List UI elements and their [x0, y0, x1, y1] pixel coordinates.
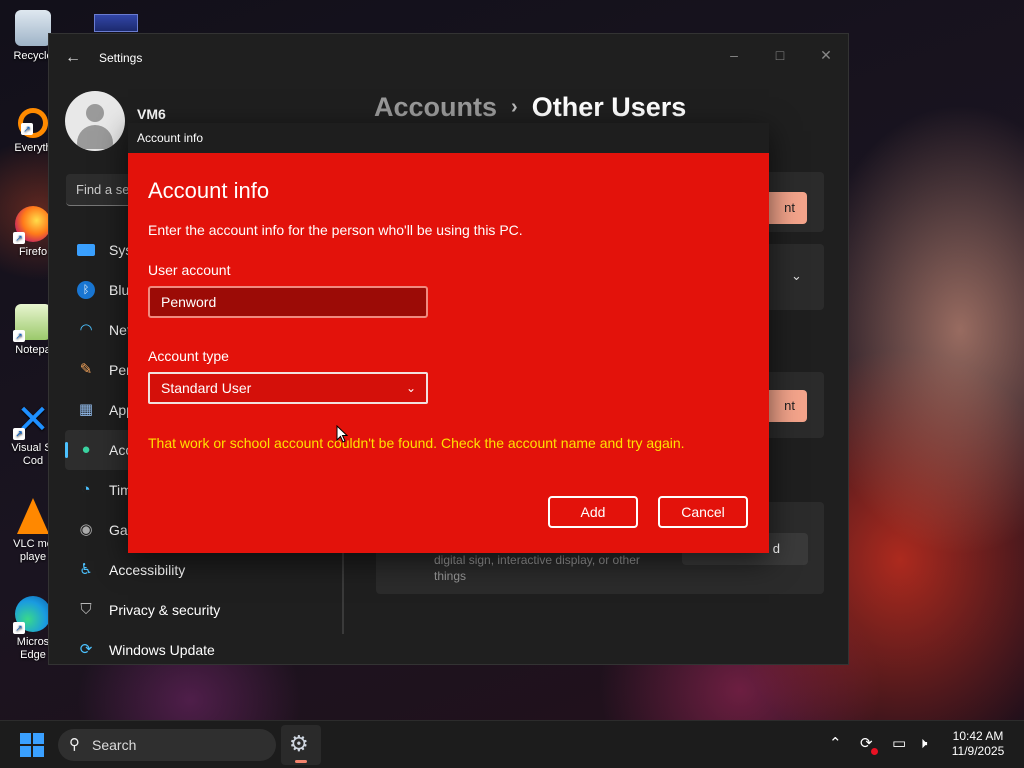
- speaker-muted-icon[interactable]: 🕨: [918, 733, 927, 755]
- vscode-icon: ✕ ↗: [13, 400, 51, 440]
- breadcrumb-accounts[interactable]: Accounts: [374, 92, 497, 122]
- minimize-button[interactable]: –: [712, 40, 756, 70]
- clock[interactable]: 10:42 AM 11/9/2025: [940, 729, 1016, 759]
- error-message: That work or school account couldn't be …: [148, 435, 685, 451]
- sidebar-item-label: Blu: [109, 282, 130, 298]
- user-account-input[interactable]: [148, 286, 428, 318]
- account-type-dropdown[interactable]: Standard User ⌄: [148, 372, 428, 404]
- account-type-label: Account type: [148, 348, 229, 364]
- dialog-description: Enter the account info for the person wh…: [148, 222, 523, 238]
- sidebar-item-label: Accessibility: [109, 562, 186, 578]
- user-name: VM6: [137, 106, 166, 122]
- breadcrumb-separator: ›: [511, 96, 518, 118]
- firefox-icon: ↗: [13, 206, 51, 244]
- cancel-button[interactable]: Cancel: [658, 496, 748, 528]
- account-info-dialog: Account info Account info Enter the acco…: [128, 123, 769, 553]
- sidebar-item-label: Privacy & security: [109, 602, 221, 618]
- taskbar-settings-app[interactable]: ⚙: [281, 725, 321, 765]
- active-app-indicator: [295, 760, 307, 763]
- avatar[interactable]: [65, 91, 125, 151]
- user-silhouette-icon: [86, 104, 104, 122]
- mouse-cursor-icon: [336, 425, 348, 443]
- search-icon: ⚲: [69, 736, 80, 753]
- sidebar-item-windows-update[interactable]: ⟳ Windows Update: [65, 630, 335, 670]
- taskbar-search[interactable]: ⚲ Search: [58, 729, 276, 761]
- back-arrow-icon[interactable]: ←: [63, 48, 83, 68]
- start-button[interactable]: [20, 733, 44, 757]
- windows-logo-icon: [20, 733, 31, 744]
- bluetooth-icon: ᛒ: [77, 281, 95, 299]
- gear-icon: ⚙: [289, 731, 309, 756]
- taskbar: ⚲ Search ⚙ ⌃ ⟳ ▭ 🕨 10:42 AM 11/9/2025: [0, 720, 1024, 768]
- windows-update-icon: ⟳: [79, 641, 93, 658]
- apps-icon: ▦: [78, 401, 94, 418]
- notepad-icon: ↗: [13, 304, 51, 342]
- title-bar: ← Settings – □ ✕: [49, 34, 848, 82]
- recycle-bin-icon: [15, 10, 51, 46]
- kiosk-description: digital sign, interactive display, or ot…: [434, 553, 640, 583]
- chevron-down-icon[interactable]: ⌄: [791, 268, 802, 284]
- shield-icon: ⛉: [80, 601, 92, 618]
- chevron-down-icon: ⌄: [405, 381, 416, 395]
- paintbrush-icon: ✎: [79, 361, 93, 378]
- clock-date: 11/9/2025: [951, 744, 1005, 758]
- network-icon[interactable]: ▭: [892, 733, 906, 755]
- close-button[interactable]: ✕: [804, 40, 848, 70]
- window-title: Settings: [99, 51, 143, 65]
- chevron-up-icon[interactable]: ⌃: [829, 733, 842, 755]
- sidebar-item-accessibility[interactable]: ♿ Accessibility: [65, 550, 335, 590]
- sidebar-item-privacy-security[interactable]: ⛉ Privacy & security: [65, 590, 335, 630]
- maximize-button[interactable]: □: [758, 40, 802, 70]
- taskbar-search-label: Search: [92, 737, 137, 753]
- page-title: Other Users: [531, 92, 687, 122]
- sidebar-item-label: Windows Update: [109, 642, 215, 658]
- clock-time: 10:42 AM: [952, 729, 1004, 743]
- dialog-title-bar: Account info: [128, 123, 769, 153]
- accessibility-icon: ♿: [79, 561, 93, 578]
- account-type-value: Standard User: [161, 380, 252, 396]
- gamepad-icon: ◉: [79, 521, 93, 538]
- breadcrumb: Accounts › Other Users: [374, 92, 686, 123]
- add-button[interactable]: Add: [548, 496, 638, 528]
- notification-dot: [871, 748, 878, 755]
- vlc-icon: [17, 498, 49, 534]
- system-icon: [77, 244, 95, 256]
- clock-globe-icon: ◔: [81, 481, 91, 498]
- everything-search-icon: ↗: [18, 108, 48, 138]
- user-account-label: User account: [148, 262, 231, 278]
- accounts-icon: ●: [81, 441, 91, 458]
- wifi-icon: ◠: [79, 321, 93, 338]
- edge-icon: ↗: [13, 596, 51, 634]
- dialog-heading: Account info: [148, 178, 270, 203]
- desktop-icon-pc[interactable]: [94, 14, 138, 32]
